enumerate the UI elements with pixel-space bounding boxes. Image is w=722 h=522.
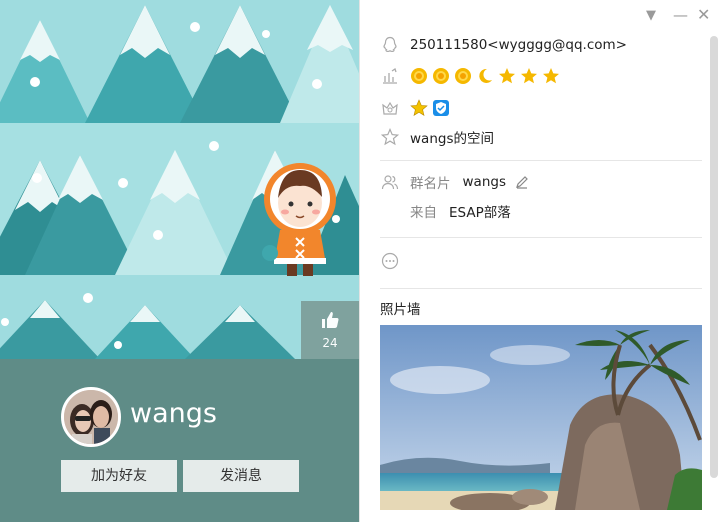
badge-icon bbox=[380, 98, 400, 118]
from-row: 来自 ESAP部落 bbox=[410, 201, 511, 221]
qq-number: 250111580<wygggg@qq.com> bbox=[410, 37, 627, 53]
sun-icon bbox=[455, 68, 471, 84]
eskimo-character bbox=[262, 163, 336, 276]
from-label: 来自 bbox=[410, 205, 437, 221]
star-icon bbox=[543, 68, 559, 84]
info-panel: ▼ — ✕ 250111580<wygggg@qq.com> wangs的空间 … bbox=[359, 0, 722, 522]
space-row: wangs的空间 bbox=[380, 127, 494, 147]
like-icon bbox=[320, 310, 340, 334]
more-row bbox=[380, 251, 410, 271]
group-card-label: 群名片 bbox=[410, 176, 451, 192]
qzone-link[interactable]: wangs的空间 bbox=[410, 127, 494, 147]
sun-icon bbox=[433, 68, 449, 84]
like-button[interactable]: 24 bbox=[301, 301, 359, 359]
send-message-button[interactable]: 发消息 bbox=[183, 460, 299, 492]
star-icon bbox=[499, 68, 515, 84]
photo-wall-title: 照片墙 bbox=[380, 302, 421, 318]
badges-row bbox=[380, 98, 454, 118]
group-card-value: wangs bbox=[462, 174, 506, 190]
level-icon bbox=[380, 66, 400, 86]
level-badges[interactable] bbox=[410, 67, 564, 85]
from-value: ESAP部落 bbox=[449, 205, 511, 221]
divider bbox=[380, 288, 702, 289]
photo-wall-image[interactable] bbox=[380, 325, 702, 510]
divider bbox=[380, 160, 702, 161]
edit-icon[interactable] bbox=[514, 174, 530, 190]
dropdown-icon[interactable]: ▼ bbox=[646, 8, 656, 23]
nickname: wangs bbox=[130, 398, 217, 429]
group-icon bbox=[380, 172, 400, 192]
like-count: 24 bbox=[322, 336, 338, 350]
group-card-row: 群名片 wangs bbox=[380, 172, 530, 192]
moon-icon bbox=[479, 68, 492, 83]
shield-badge-icon[interactable] bbox=[432, 99, 450, 117]
penguin-icon bbox=[380, 35, 400, 55]
sun-icon bbox=[411, 68, 427, 84]
star-icon bbox=[521, 68, 537, 84]
level-row bbox=[380, 66, 564, 86]
close-icon[interactable]: ✕ bbox=[697, 5, 710, 24]
profile-footer bbox=[0, 359, 359, 522]
gold-star-badge-icon[interactable] bbox=[410, 99, 428, 117]
add-friend-button[interactable]: 加为好友 bbox=[61, 460, 177, 492]
divider bbox=[380, 237, 702, 238]
star-outline-icon bbox=[380, 127, 400, 147]
more-icon[interactable] bbox=[380, 251, 400, 271]
qq-row: 250111580<wygggg@qq.com> bbox=[380, 35, 627, 55]
minimize-icon[interactable]: — bbox=[673, 6, 688, 24]
profile-panel: 24 wangs 加为好友 发消息 bbox=[0, 0, 359, 522]
avatar[interactable] bbox=[61, 387, 121, 447]
scrollbar[interactable] bbox=[710, 36, 718, 478]
